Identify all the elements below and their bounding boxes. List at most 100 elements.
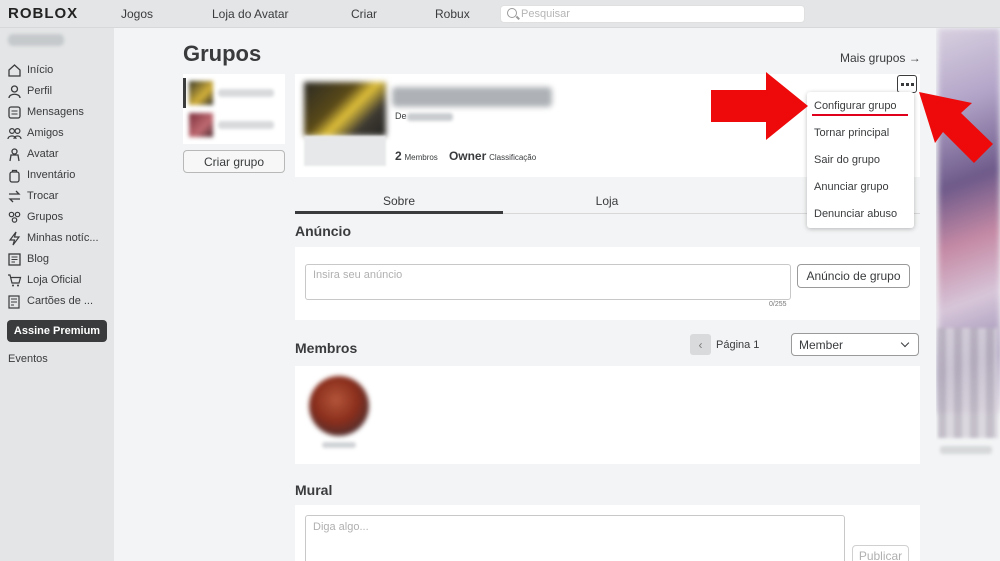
sidebar-item-label: Minhas notíc... (27, 232, 99, 244)
group-list-item[interactable] (186, 78, 282, 108)
sidebar-item-label: Início (27, 64, 54, 76)
more-dots-icon (910, 82, 914, 86)
group-options-menu: Configurar grupo Tornar principal Sair d… (807, 92, 914, 228)
member-name-blurred[interactable] (322, 442, 356, 448)
search-icon (507, 8, 517, 18)
previous-page-button[interactable]: ‹ (690, 334, 711, 355)
more-groups-link[interactable]: Mais grupos → (840, 51, 921, 65)
premium-button[interactable]: Assine Premium (7, 320, 107, 342)
my-groups-list (183, 74, 285, 144)
gift-card-icon (7, 294, 22, 309)
sidebar-item-profile[interactable]: Perfil (7, 82, 52, 100)
sidebar-item-friends[interactable]: Amigos (7, 124, 64, 142)
sidebar-item-label: Blog (27, 253, 50, 265)
groups-icon (7, 210, 22, 225)
home-icon (7, 63, 22, 78)
more-dots-icon (900, 82, 904, 86)
friends-icon (7, 126, 22, 141)
inventory-icon (7, 168, 22, 183)
menu-item-make-primary[interactable]: Tornar principal (814, 127, 889, 139)
sidebar-item-label: Perfil (27, 85, 53, 97)
group-thumbnail (189, 113, 213, 137)
ad-image-pixelated (938, 328, 998, 438)
sidebar-item-label: Loja Oficial (27, 274, 82, 286)
sidebar-item-official-store[interactable]: Loja Oficial (7, 271, 81, 289)
members-label: Membros (404, 153, 438, 162)
trade-icon (7, 189, 22, 204)
roblox-logo[interactable]: ROBLOX (8, 5, 78, 22)
announcement-char-counter: 0/255 (769, 301, 787, 308)
post-button[interactable]: Publicar (852, 545, 909, 561)
events-link[interactable]: Eventos (8, 353, 48, 365)
advertisement-skyscraper[interactable] (936, 28, 1000, 561)
shop-icon (7, 273, 22, 288)
group-thumbnail (189, 81, 213, 105)
menu-item-configure-group[interactable]: Configurar grupo (814, 100, 897, 112)
profile-icon (7, 84, 22, 99)
create-group-button[interactable]: Criar grupo (183, 150, 285, 173)
sidebar-item-label: Amigos (27, 127, 64, 139)
chevron-down-icon (900, 338, 910, 348)
sidebar-item-blog[interactable]: Blog (7, 250, 49, 268)
owner-name-blurred[interactable] (407, 113, 453, 121)
sidebar-item-inventory[interactable]: Inventário (7, 166, 75, 184)
sidebar-item-label: Inventário (27, 169, 76, 181)
announcement-title: Anúncio (295, 223, 351, 239)
sidebar-item-home[interactable]: Início (7, 61, 53, 79)
menu-item-advertise-group[interactable]: Anunciar grupo (814, 181, 889, 193)
group-emblem-footer (304, 136, 386, 166)
left-sidebar: Início Perfil Mensagens Amigos Avatar In… (0, 28, 114, 561)
sidebar-item-label: Mensagens (27, 106, 84, 118)
chevron-left-icon: ‹ (698, 337, 703, 352)
menu-item-leave-group[interactable]: Sair do grupo (814, 154, 880, 166)
group-name-blurred (392, 87, 552, 107)
role-selected-value: Member (799, 338, 844, 352)
nav-create[interactable]: Criar (351, 7, 377, 21)
sidebar-item-gift-cards[interactable]: Cartões de ... (7, 292, 93, 310)
sidebar-item-messages[interactable]: Mensagens (7, 103, 84, 121)
page-indicator: Página 1 (716, 339, 760, 351)
sidebar-item-label: Cartões de ... (27, 295, 94, 307)
nav-robux[interactable]: Robux (435, 7, 470, 21)
more-dots-icon (905, 82, 909, 86)
username-blurred[interactable] (8, 34, 64, 46)
messages-icon (7, 105, 22, 120)
tab-store[interactable]: Loja (503, 187, 711, 214)
rank-value: Owner (448, 149, 487, 163)
top-navigation-bar: ROBLOX Jogos Loja do Avatar Criar Robux (0, 0, 1000, 28)
members-count: 2 (395, 149, 402, 163)
tab-about[interactable]: Sobre (295, 187, 503, 214)
feed-icon (7, 231, 22, 246)
sidebar-item-groups[interactable]: Grupos (7, 208, 63, 226)
group-options-button[interactable] (897, 75, 917, 93)
role-dropdown[interactable]: Member (791, 333, 919, 356)
sidebar-item-trade[interactable]: Trocar (7, 187, 58, 205)
ad-footer-blurred (940, 446, 992, 454)
members-card (295, 366, 920, 464)
group-emblem (304, 82, 386, 136)
wall-post-input[interactable] (305, 515, 845, 561)
group-name-blurred (218, 89, 274, 97)
announcement-input[interactable] (305, 264, 791, 300)
avatar-icon (7, 147, 22, 162)
nav-games[interactable]: Jogos (121, 7, 153, 21)
wall-title: Mural (295, 482, 333, 498)
sidebar-item-label: Grupos (27, 211, 64, 223)
group-name-blurred (218, 121, 274, 129)
blog-icon (7, 252, 22, 267)
menu-item-report-abuse[interactable]: Denunciar abuso (814, 208, 897, 220)
nav-avatar-shop[interactable]: Loja do Avatar (212, 7, 289, 21)
by-label: De (395, 111, 407, 121)
sidebar-item-label: Trocar (27, 190, 59, 202)
sidebar-item-feed[interactable]: Minhas notíc... (7, 229, 99, 247)
search-box (500, 5, 805, 23)
search-input[interactable] (521, 7, 791, 21)
members-title: Membros (295, 340, 358, 356)
member-avatar[interactable] (309, 376, 369, 436)
group-list-item[interactable] (186, 110, 282, 140)
highlight-underline (812, 114, 908, 116)
sidebar-item-avatar[interactable]: Avatar (7, 145, 59, 163)
group-stats: 2 Membros Owner Classificação (395, 149, 536, 163)
group-shout-button[interactable]: Anúncio de grupo (797, 264, 910, 288)
page-title: Grupos (183, 41, 262, 66)
